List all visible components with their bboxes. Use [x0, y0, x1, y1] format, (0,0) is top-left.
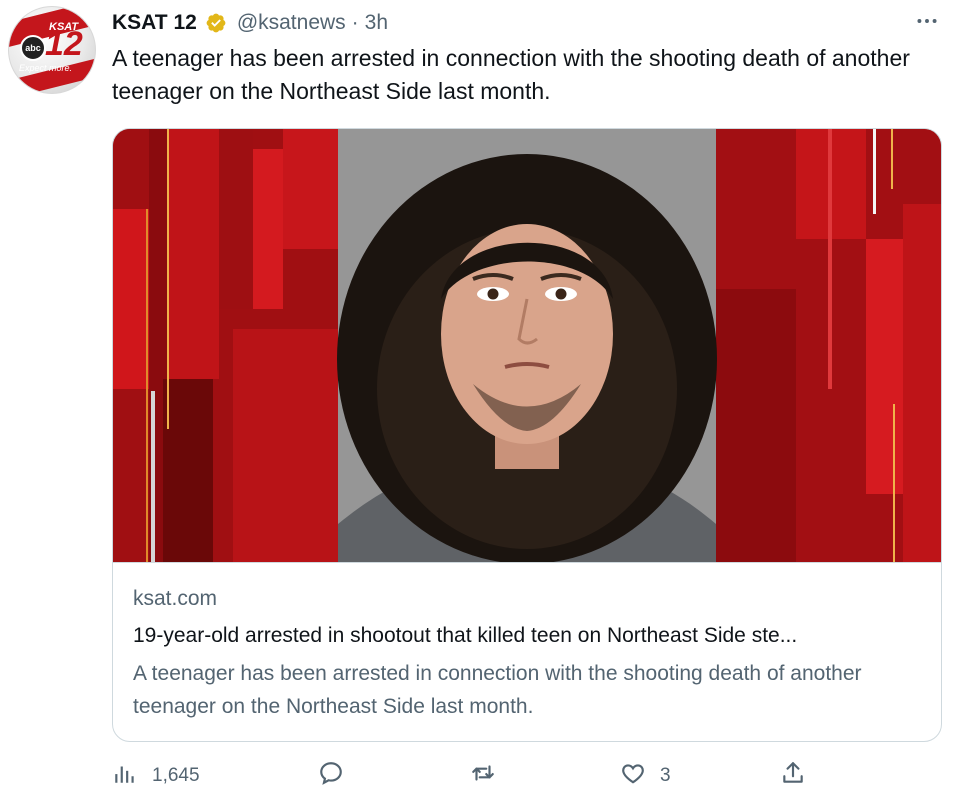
views-button[interactable]: 1,645	[112, 760, 200, 792]
link-card[interactable]: ksat.com 19-year-old arrested in shootou…	[112, 128, 942, 742]
separator: ·	[351, 11, 359, 34]
reply-icon	[318, 760, 344, 792]
tweet-header: KSAT 12 @ksatnews · 3h	[112, 8, 388, 38]
analytics-icon	[112, 760, 138, 792]
account-name[interactable]: KSAT 12	[112, 11, 197, 35]
share-button[interactable]	[780, 760, 806, 792]
card-description: A teenager has been arrested in connecti…	[133, 662, 862, 718]
card-title: 19-year-old arrested in shootout that ki…	[133, 624, 798, 647]
like-icon	[620, 760, 646, 792]
likes-count: 3	[660, 765, 671, 786]
share-icon	[780, 760, 806, 792]
tweet-timestamp[interactable]: 3h	[365, 11, 388, 35]
tweet-actions: 1,645 3	[112, 760, 832, 796]
card-info[interactable]: ksat.com 19-year-old arrested in shootou…	[113, 562, 941, 741]
tweet-text: A teenager has been arrested in connecti…	[112, 45, 910, 104]
account-handle[interactable]: @ksatnews	[237, 11, 346, 35]
retweet-button[interactable]	[470, 760, 496, 792]
avatar-network-logo: abc	[20, 35, 46, 61]
verified-badge-icon	[205, 12, 227, 34]
reply-button[interactable]	[318, 760, 344, 792]
card-image[interactable]	[113, 129, 941, 562]
retweet-icon	[470, 760, 496, 792]
card-photo	[113, 129, 941, 562]
more-icon[interactable]	[914, 8, 940, 40]
views-count: 1,645	[152, 765, 200, 786]
like-button[interactable]: 3	[620, 760, 671, 792]
avatar-channel-number: 12	[45, 25, 83, 63]
avatar-tagline: Expect more.	[19, 63, 73, 73]
avatar[interactable]: abc KSAT 12 Expect more.	[8, 6, 96, 94]
card-domain: ksat.com	[133, 587, 218, 610]
